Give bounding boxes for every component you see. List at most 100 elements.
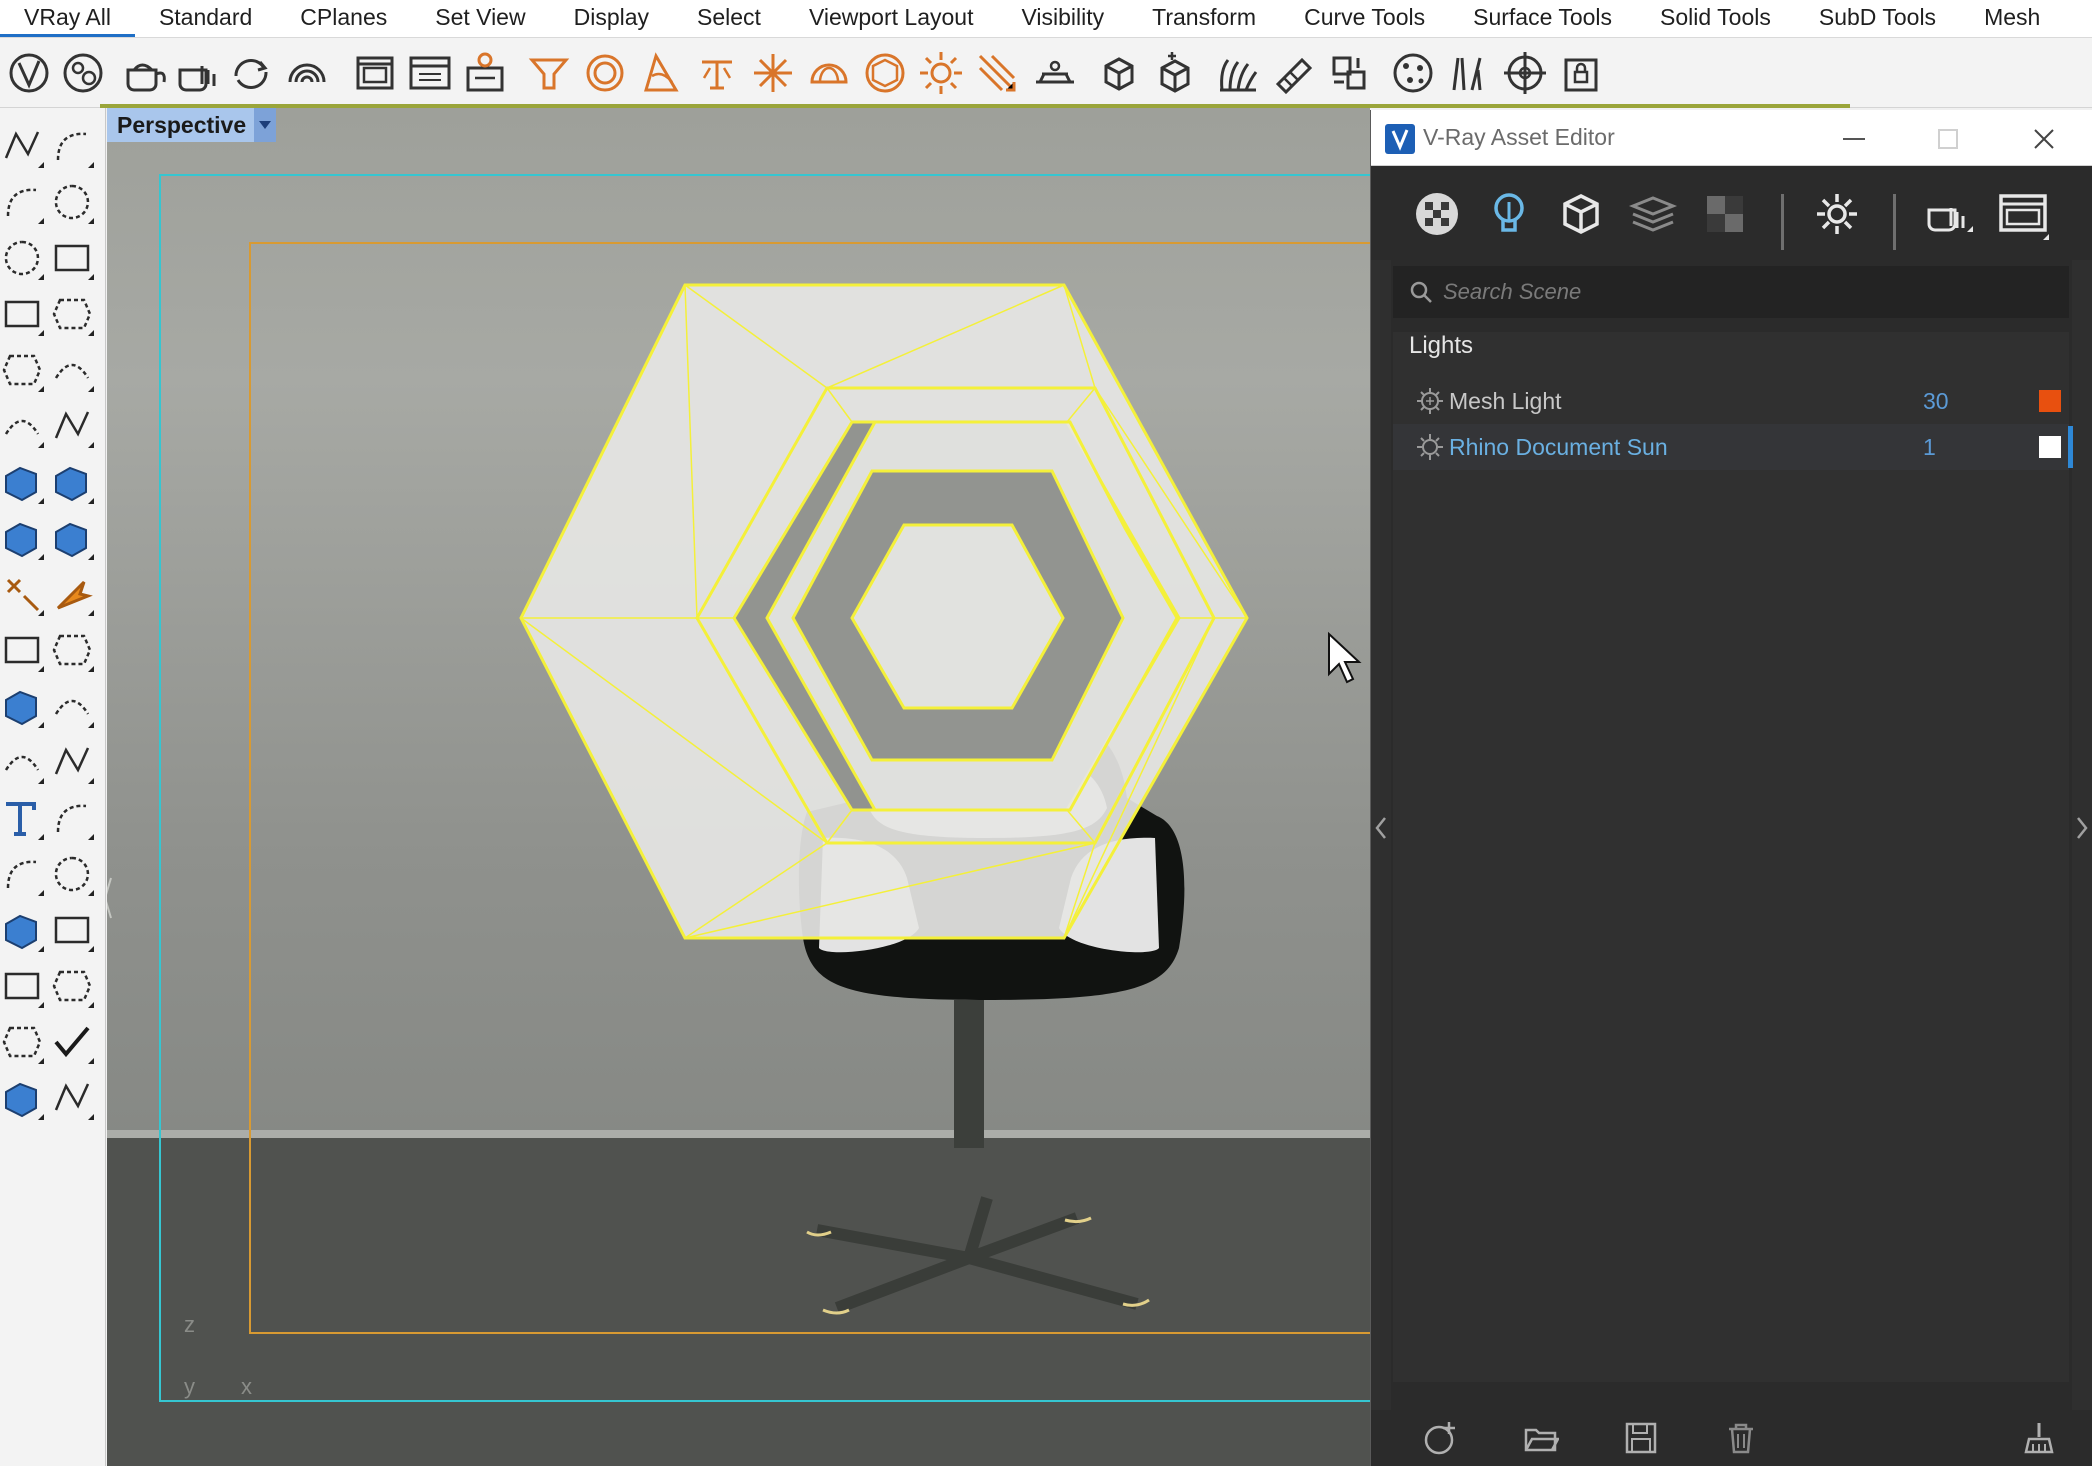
pyramid-icon[interactable]	[50, 1076, 94, 1120]
fillet-curve-icon[interactable]	[50, 348, 94, 392]
tab-standard[interactable]: Standard	[135, 0, 276, 37]
tab-visibility[interactable]: Visibility	[997, 0, 1128, 37]
tab-set-view[interactable]: Set View	[411, 0, 549, 37]
render-elements-icon[interactable]	[1627, 188, 1679, 240]
ellipse-icon[interactable]	[50, 236, 94, 280]
shapes-icon[interactable]	[0, 1076, 44, 1120]
circle-icon[interactable]	[0, 236, 44, 280]
arc-icon[interactable]	[0, 740, 44, 784]
array-icon[interactable]	[0, 852, 44, 896]
grid-array-icon[interactable]	[0, 964, 44, 1008]
ies-light-icon[interactable]	[636, 48, 686, 98]
vray-render-icon[interactable]	[58, 48, 108, 98]
box-solid-icon[interactable]	[0, 460, 44, 504]
sphere-light-icon[interactable]	[580, 48, 630, 98]
open-file-icon[interactable]	[1523, 1420, 1559, 1456]
delete-icon[interactable]	[1723, 1420, 1759, 1456]
cylinder-icon[interactable]	[0, 516, 44, 560]
render-cycle-icon[interactable]	[226, 48, 276, 98]
interactive-render-icon[interactable]	[172, 48, 222, 98]
dimension-aligned-icon[interactable]	[50, 628, 94, 672]
cloud-render-icon[interactable]	[282, 48, 332, 98]
tab-transform[interactable]: Transform	[1128, 0, 1280, 37]
scatter-icon[interactable]	[1388, 48, 1438, 98]
editor-right-panel-toggle[interactable]	[2072, 260, 2092, 1466]
surface-icon[interactable]	[0, 404, 44, 448]
mirror-icon[interactable]	[50, 852, 94, 896]
settings-gear-icon[interactable]	[1811, 188, 1863, 240]
viewport-menu-button[interactable]	[254, 108, 277, 142]
tab-select[interactable]: Select	[673, 0, 785, 37]
scale-icon[interactable]	[50, 796, 94, 840]
tab-display[interactable]: Display	[550, 0, 673, 37]
tab-curve-tools[interactable]: Curve Tools	[1280, 0, 1449, 37]
rect-light-icon[interactable]	[972, 48, 1022, 98]
scene-canvas[interactable]: z y x	[107, 108, 1370, 1466]
dome-light-icon[interactable]	[804, 48, 854, 98]
boolean-icon[interactable]	[50, 572, 94, 616]
aerial-perspective-icon[interactable]	[1500, 48, 1550, 98]
close-icon[interactable]	[2027, 122, 2061, 156]
point-light-icon[interactable]	[748, 48, 798, 98]
arc-alt-icon[interactable]	[50, 740, 94, 784]
frame-buffer-icon[interactable]	[1997, 188, 2049, 240]
viewport-collapse-handle[interactable]	[107, 877, 112, 919]
render-box-icon[interactable]	[0, 908, 44, 952]
rectangle-icon[interactable]	[50, 292, 94, 336]
select-arrow-icon[interactable]	[0, 124, 44, 168]
add-asset-icon[interactable]	[1423, 1420, 1459, 1456]
search-scene-field[interactable]: Search Scene	[1393, 266, 2069, 318]
textures-icon[interactable]	[1699, 188, 1751, 240]
light-item-rhino-document-sun[interactable]: Rhino Document Sun 1	[1393, 424, 2073, 470]
tab-subd-tools[interactable]: SubD Tools	[1795, 0, 1960, 37]
fur-tools-icon[interactable]	[1444, 48, 1494, 98]
minimize-icon[interactable]	[1837, 122, 1871, 156]
fur-icon[interactable]	[1212, 48, 1262, 98]
geometry-icon[interactable]	[1555, 188, 1607, 240]
light-color-swatch[interactable]	[2039, 390, 2061, 412]
mesh-plane-icon[interactable]	[50, 516, 94, 560]
omni-light-icon[interactable]	[692, 48, 742, 98]
point-icon[interactable]	[50, 124, 94, 168]
check-icon[interactable]	[50, 1020, 94, 1064]
lock-camera-icon[interactable]	[1556, 48, 1606, 98]
extrude-surface-icon[interactable]	[50, 404, 94, 448]
proxy-export-icon[interactable]	[1094, 48, 1144, 98]
tab-viewport-layout[interactable]: Viewport Layout	[785, 0, 998, 37]
viewport-render-icon[interactable]	[405, 48, 455, 98]
tab-vray-all[interactable]: VRay All	[0, 0, 135, 37]
perspective-viewport[interactable]: z y x Perspective	[107, 108, 1370, 1466]
vray-logo-icon[interactable]	[4, 48, 54, 98]
dots-group-icon[interactable]	[50, 684, 94, 728]
frame-buffer-icon[interactable]	[350, 48, 400, 98]
spheres-group-icon[interactable]	[0, 684, 44, 728]
editor-left-panel-toggle[interactable]	[1371, 260, 1391, 1466]
curve-icon[interactable]	[50, 180, 94, 224]
save-icon[interactable]	[1623, 1420, 1659, 1456]
spot-light-icon[interactable]	[524, 48, 574, 98]
materials-icon[interactable]	[1411, 188, 1463, 240]
decal-icon[interactable]	[1324, 48, 1374, 98]
clipper-icon[interactable]	[1268, 48, 1318, 98]
tab-mesh[interactable]: Mesh	[1960, 0, 2064, 37]
mesh-light-icon[interactable]	[860, 48, 910, 98]
chair-base[interactable]	[806, 1000, 1150, 1315]
polyline-icon[interactable]	[0, 180, 44, 224]
light-color-swatch[interactable]	[2039, 436, 2061, 458]
sphere-solid-icon[interactable]	[50, 460, 94, 504]
proxy-import-icon[interactable]	[1150, 48, 1200, 98]
maximize-icon[interactable]	[1931, 122, 1965, 156]
hatch-icon[interactable]	[50, 908, 94, 952]
gumball-icon[interactable]	[50, 964, 94, 1008]
tab-surface-tools[interactable]: Surface Tools	[1449, 0, 1636, 37]
interactive-render-icon[interactable]	[1923, 188, 1975, 240]
sun-light-icon[interactable]	[916, 48, 966, 98]
tab-cplanes[interactable]: CPlanes	[276, 0, 411, 37]
lights-tab-icon[interactable]	[1483, 188, 1535, 240]
text-icon[interactable]	[0, 796, 44, 840]
polygon-alt-icon[interactable]	[0, 348, 44, 392]
polygon-icon[interactable]	[0, 292, 44, 336]
analyze-icon[interactable]	[0, 1020, 44, 1064]
infinite-plane-icon[interactable]	[1030, 48, 1080, 98]
explode-icon[interactable]	[0, 572, 44, 616]
